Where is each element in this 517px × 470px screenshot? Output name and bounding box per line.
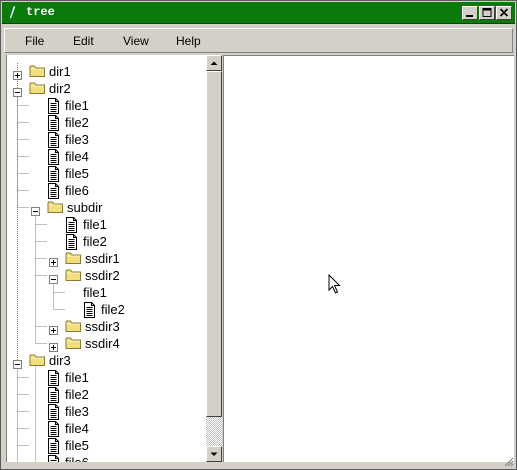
document-icon [66,217,77,233]
content-pane[interactable] [223,55,514,462]
tree-item-label: file6 [65,455,89,462]
scroll-thumb[interactable] [206,71,222,417]
tree-item-label: file6 [65,183,89,198]
expand-icon[interactable] [49,254,58,267]
tree-item-label: file1 [83,217,107,232]
tree-item-label: ssdir1 [85,251,120,266]
tree-item-label: ssdir3 [85,319,120,334]
close-icon [499,8,509,17]
mouse-pointer-icon [328,274,341,294]
document-icon [48,98,59,114]
expand-icon[interactable] [49,339,58,352]
maximize-icon [482,8,492,17]
collapse-icon[interactable] [13,84,22,97]
tree-item-label: file4 [65,421,89,436]
tree-item-label: file5 [65,166,89,181]
tree-item-label: file5 [65,438,89,453]
folder-icon [65,320,81,332]
folder-icon [65,252,81,264]
document-icon [48,387,59,403]
folder-icon [29,65,45,77]
tree-item-label: ssdir4 [85,336,120,351]
tree-item-label: file2 [83,234,107,249]
menu-help[interactable]: Help [176,34,201,48]
document-icon [48,455,59,462]
menu-edit[interactable]: Edit [73,34,94,48]
tree-item-label: file2 [65,115,89,130]
menu-file[interactable]: File [25,34,44,48]
document-icon [48,183,59,199]
document-icon [48,370,59,386]
resize-grip-icon[interactable] [504,457,514,467]
document-icon [48,404,59,420]
folder-icon [65,269,81,281]
expand-icon[interactable] [49,322,58,335]
scroll-track[interactable] [206,417,222,446]
window-title: tree [26,5,55,19]
scroll-up-button[interactable] [206,55,222,71]
tree-item-label: file1 [65,370,89,385]
document-icon [48,132,59,148]
tree-item-label: file2 [101,302,125,317]
document-icon [48,166,59,182]
tree-item-label: subdir [67,200,103,215]
tree-item-label: file1 [83,285,107,300]
tree-item-label: ssdir2 [85,268,120,283]
application-window: tree File Edit View Help dir1 dir2 file1 fi… [0,0,517,470]
document-icon [66,234,77,250]
folder-icon [29,82,45,94]
collapse-icon[interactable] [31,203,40,216]
tree-item-label: dir3 [49,353,71,368]
document-icon [48,149,59,165]
document-icon [84,302,95,318]
collapse-icon[interactable] [13,356,22,369]
menu-view[interactable]: View [123,34,149,48]
minimize-button[interactable] [462,6,478,20]
folder-icon [29,354,45,366]
minimize-icon [466,15,473,17]
document-icon [48,421,59,437]
arrow-down-icon [210,452,218,456]
collapse-icon[interactable] [49,271,58,284]
tree-item-label: dir2 [49,81,71,96]
tree-item-label: file4 [65,149,89,164]
arrow-up-icon [210,61,218,65]
folder-icon [65,337,81,349]
scroll-down-button[interactable] [206,446,222,462]
folder-icon [47,201,63,213]
close-button[interactable] [496,6,512,20]
maximize-button[interactable] [479,6,495,20]
tree-item-label: file3 [65,132,89,147]
tree-item-label: file1 [65,98,89,113]
vertical-scrollbar[interactable] [206,55,222,462]
expand-icon[interactable] [13,67,22,80]
title-bar[interactable]: tree [2,2,515,24]
tree-item-label: dir1 [49,64,71,79]
tree-item-label: file3 [65,404,89,419]
document-icon [48,115,59,131]
tree-view[interactable]: dir1 dir2 file1 file2 file3 file4 file5 file6 su… [6,55,206,462]
tree-item-label: file2 [65,387,89,402]
menu-bar: File Edit View Help [4,28,513,53]
document-icon [48,438,59,454]
feather-icon [9,5,16,19]
